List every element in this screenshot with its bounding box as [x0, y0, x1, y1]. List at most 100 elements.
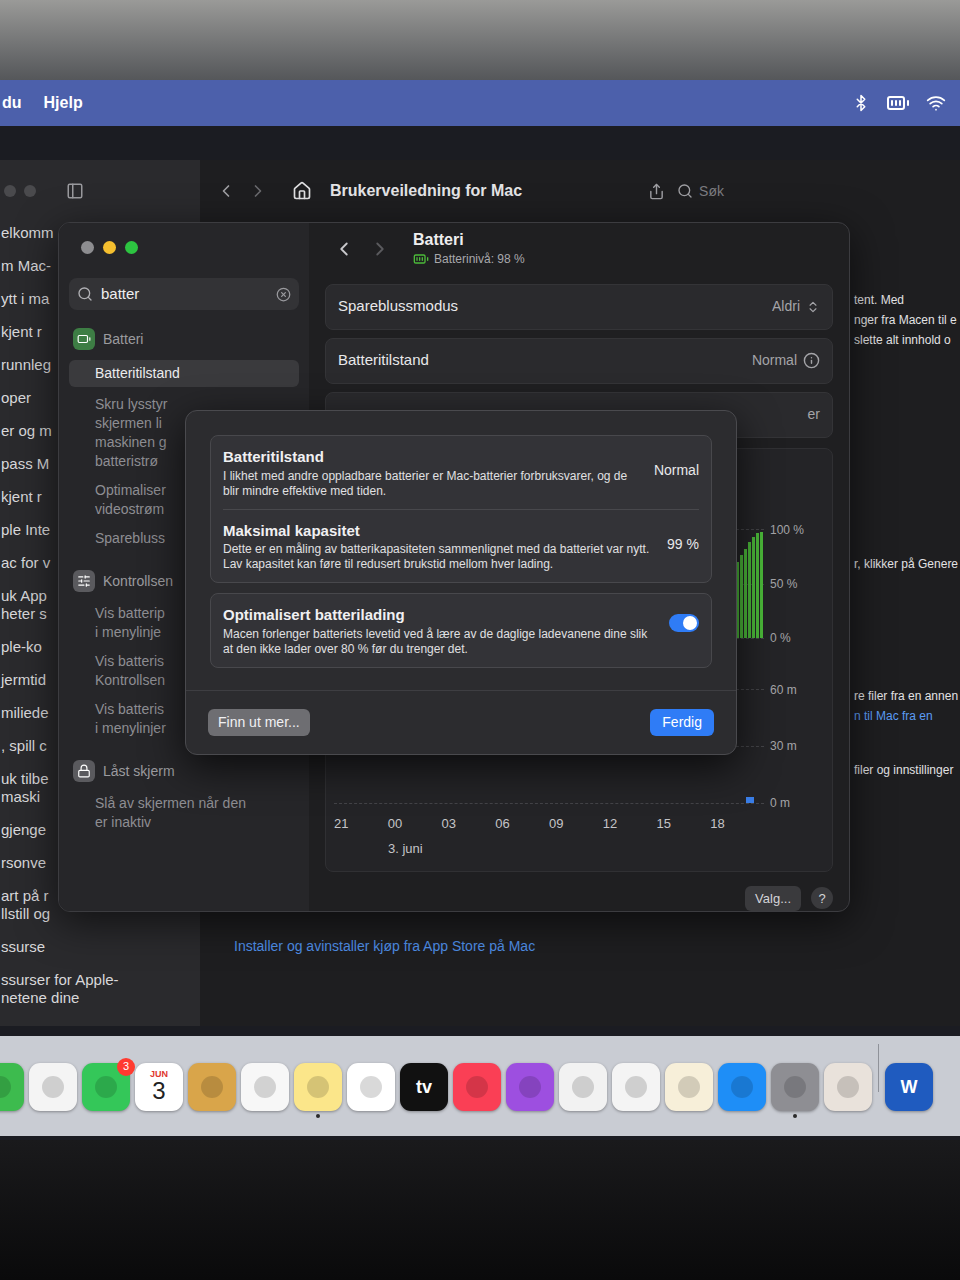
dock-item[interactable] [294, 1063, 342, 1118]
app-icon[interactable] [453, 1063, 501, 1111]
help-sidebar-toolbar [0, 160, 200, 222]
options-button[interactable]: Valg... [745, 886, 801, 912]
app-icon[interactable] [188, 1063, 236, 1111]
dock-item[interactable]: 3 [82, 1063, 130, 1118]
app-icon[interactable] [0, 1063, 24, 1111]
app-icon[interactable] [29, 1063, 77, 1111]
dialog-body: BatteritilstandI likhet med andre opplad… [186, 411, 736, 690]
help-topic[interactable]: ssurse [0, 938, 200, 956]
result-header[interactable]: Batteri [69, 324, 299, 354]
result-header[interactable]: Låst skjerm [69, 756, 299, 786]
forward-icon[interactable] [248, 181, 268, 201]
dock-item[interactable] [612, 1063, 660, 1118]
app-icon[interactable] [824, 1063, 872, 1111]
app-icon[interactable]: 3 [82, 1063, 130, 1111]
settings-search[interactable]: batter [69, 278, 299, 310]
help-text: nger fra Macen til e [854, 310, 960, 330]
app-icon[interactable] [347, 1063, 395, 1111]
home-icon[interactable] [292, 181, 312, 201]
dock-item[interactable] [29, 1063, 77, 1118]
learn-more-button[interactable]: Finn ut mer... [208, 709, 310, 736]
app-icon[interactable] [559, 1063, 607, 1111]
app-icon[interactable]: JUN3 [135, 1063, 183, 1111]
window-dot[interactable] [24, 185, 36, 197]
app-icon[interactable] [612, 1063, 660, 1111]
dock-item[interactable] [718, 1063, 766, 1118]
app-icon[interactable] [506, 1063, 554, 1111]
help-button[interactable]: ? [811, 887, 833, 909]
help-text: r, klikker på Genere [854, 554, 960, 574]
dock-item[interactable] [506, 1063, 554, 1118]
row-label: Spareblussmodus [338, 295, 458, 318]
dock-item[interactable] [241, 1063, 289, 1118]
dock-item[interactable] [559, 1063, 607, 1118]
app-icon[interactable] [771, 1063, 819, 1111]
app-glyph-icon [731, 1076, 753, 1098]
switch-knob [683, 616, 697, 630]
dock: 3JUN3 tv W [0, 1036, 960, 1136]
popup-arrows-icon[interactable] [806, 300, 820, 314]
app-icon[interactable] [294, 1063, 342, 1111]
calendar-month: JUN [150, 1070, 168, 1079]
menu-item[interactable]: Hjelp [44, 91, 83, 115]
app-icon[interactable]: tv [400, 1063, 448, 1111]
help-link[interactable]: n til Mac fra en [854, 706, 960, 726]
close-button[interactable] [81, 241, 94, 254]
back-icon[interactable] [333, 238, 355, 260]
settings-row[interactable]: BatteritilstandNormal [325, 338, 833, 384]
dock-item[interactable]: JUN3 [135, 1063, 183, 1118]
bluetooth-icon[interactable] [852, 94, 870, 112]
clear-search-icon[interactable] [276, 287, 291, 302]
wifi-icon[interactable] [926, 93, 946, 113]
app-glyph-icon [0, 1076, 11, 1098]
help-search[interactable]: Søk [677, 181, 724, 202]
running-indicator [0, 1114, 2, 1118]
sidebar-toggle-icon[interactable] [66, 182, 84, 200]
zoom-button[interactable] [125, 241, 138, 254]
dock-item[interactable] [824, 1063, 872, 1118]
dock-item[interactable] [665, 1063, 713, 1118]
window-dot[interactable] [4, 185, 16, 197]
app-icon[interactable] [718, 1063, 766, 1111]
battery-icon[interactable] [886, 91, 910, 115]
forward-icon[interactable] [369, 238, 391, 260]
back-icon[interactable] [216, 181, 236, 201]
settings-row[interactable]: Spareblussmodus Aldri [325, 284, 833, 330]
app-icon[interactable]: W [885, 1063, 933, 1111]
dock-item[interactable] [453, 1063, 501, 1118]
axis-tick: 0 % [770, 629, 824, 647]
dock-item[interactable] [347, 1063, 395, 1118]
row-value: Normal [752, 350, 820, 371]
done-button[interactable]: Ferdig [650, 709, 714, 736]
pane-title: BatteriBatterinivå: 98 % [413, 230, 525, 268]
optimized-charging-switch[interactable] [669, 614, 699, 632]
app-icon[interactable] [241, 1063, 289, 1111]
level-bar [756, 533, 759, 638]
dock-item[interactable] [188, 1063, 236, 1118]
help-footer-link[interactable]: Installer og avinstaller kjøp fra App St… [234, 936, 535, 957]
dock-item[interactable] [771, 1063, 819, 1118]
minimize-button[interactable] [103, 241, 116, 254]
menu-item[interactable]: du [2, 91, 22, 115]
result-item[interactable]: Batteritilstand [69, 360, 299, 387]
health-row: Maksimal kapasitetDette er en måling av … [223, 509, 699, 583]
row-value-text: Aldri [772, 296, 800, 317]
help-paragraph: r, klikker på Genere [854, 554, 960, 574]
dock-item[interactable] [0, 1063, 24, 1118]
help-topic[interactable]: ssurser for Apple-netene dine [0, 971, 200, 1007]
row-value-text: er [808, 404, 820, 425]
axis-tick: 30 m [770, 737, 824, 755]
help-paragraph: filer og innstillinger [854, 760, 960, 780]
share-icon[interactable] [648, 183, 665, 200]
hour-tick: 15 [657, 814, 711, 834]
dock-item[interactable]: W [885, 1063, 933, 1118]
app-glyph-icon [519, 1076, 541, 1098]
level-bar [760, 532, 763, 638]
battery-level: Batterinivå: 98 % [413, 250, 525, 268]
health-group: BatteritilstandI likhet med andre opplad… [210, 435, 712, 583]
dock-item[interactable]: tv [400, 1063, 448, 1118]
app-icon[interactable] [665, 1063, 713, 1111]
running-indicator [475, 1114, 479, 1118]
result-item[interactable]: Slå av skjermen når dener inaktiv [69, 792, 299, 834]
info-icon[interactable] [803, 352, 820, 369]
